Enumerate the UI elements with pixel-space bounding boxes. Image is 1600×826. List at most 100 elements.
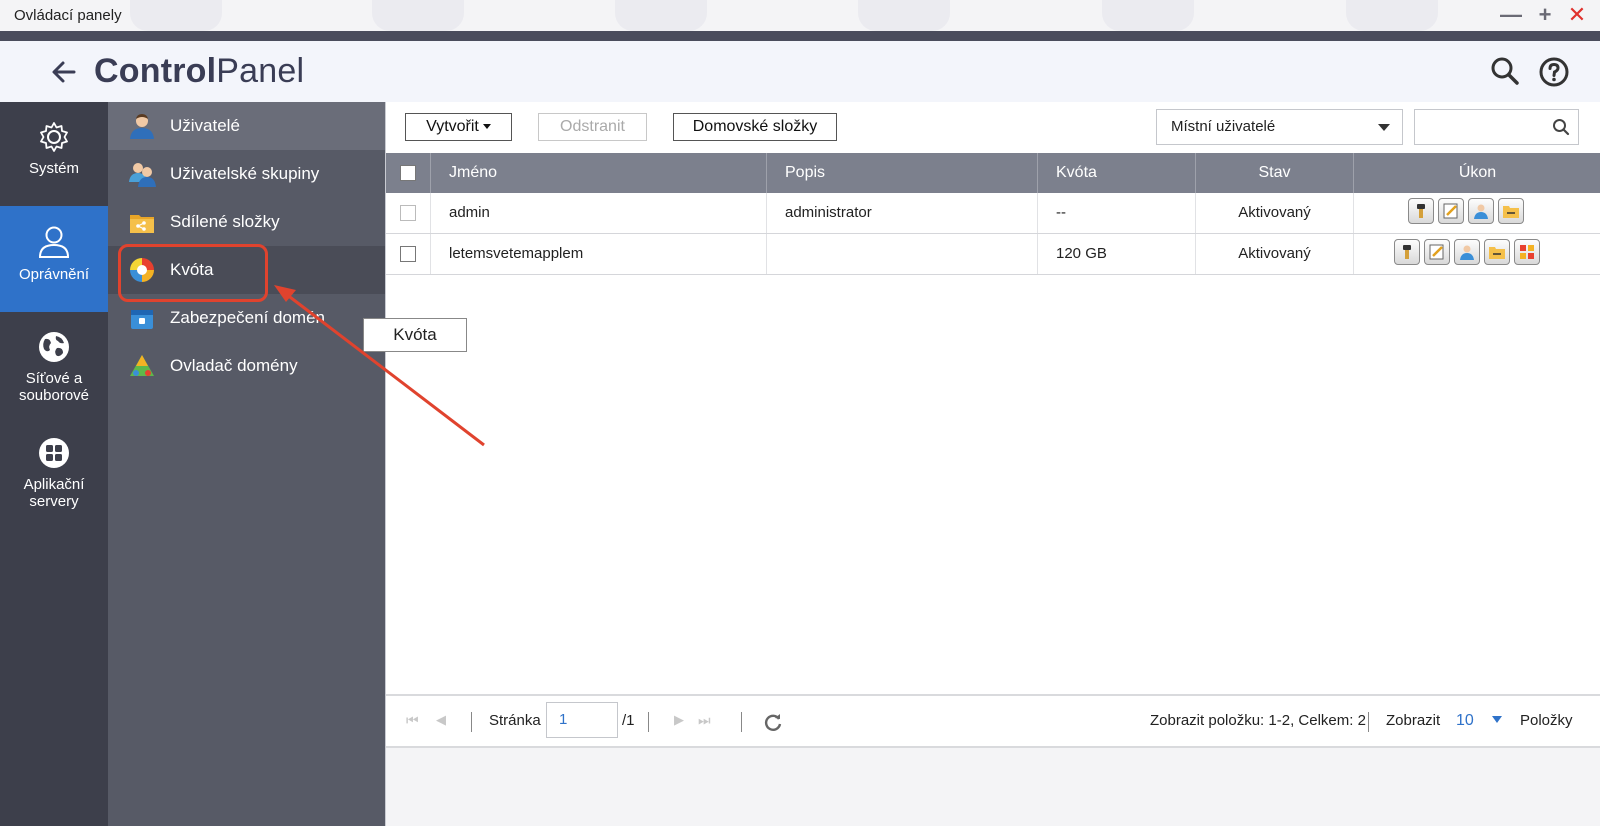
- column-header-quota[interactable]: Kvóta: [1038, 153, 1196, 193]
- cell-description: [767, 234, 1038, 274]
- submenu-item-user-groups[interactable]: Uživatelské skupiny: [108, 150, 385, 198]
- title-bold: Control: [94, 52, 217, 90]
- background-app-icon: [130, 0, 222, 31]
- edit-user-group-icon[interactable]: [1454, 239, 1480, 265]
- rail-label: souborové: [18, 387, 90, 404]
- edit-folder-permission-icon[interactable]: [1498, 198, 1524, 224]
- user-icon: [38, 226, 70, 258]
- gear-icon: [40, 122, 68, 152]
- create-button[interactable]: Vytvořit: [405, 113, 512, 141]
- change-password-icon[interactable]: [1394, 239, 1420, 265]
- row-checkbox[interactable]: [400, 205, 416, 221]
- search-icon[interactable]: [1552, 118, 1570, 136]
- pager-divider: [1368, 712, 1369, 732]
- select-all-checkbox[interactable]: [400, 165, 416, 181]
- rail-item-permissions[interactable]: Oprávnění: [0, 206, 108, 312]
- items-summary: Zobrazit položku: 1-2, Celkem: 2: [1150, 712, 1366, 729]
- per-page-dropdown-icon[interactable]: [1492, 716, 1502, 723]
- delete-button[interactable]: Odstranit: [538, 113, 647, 141]
- back-arrow-icon[interactable]: [48, 56, 80, 88]
- minimize-icon[interactable]: —: [1500, 4, 1522, 26]
- cell-quota: --: [1038, 193, 1196, 233]
- title-light: Panel: [216, 52, 305, 90]
- select-all-cell: [386, 153, 431, 193]
- page-title: ControlPanel: [94, 52, 304, 91]
- maximize-icon[interactable]: +: [1534, 4, 1556, 26]
- search-input[interactable]: [1421, 116, 1545, 138]
- refresh-icon[interactable]: [762, 711, 784, 733]
- rail-label: Oprávnění: [18, 266, 90, 283]
- submenu-item-shared-folders[interactable]: Sdílené složky: [108, 198, 385, 246]
- category-rail: Systém Oprávnění Síťové a souborové Apli…: [0, 102, 108, 826]
- apps-grid-icon: [39, 438, 69, 468]
- background-app-icon: [372, 0, 464, 31]
- search-field[interactable]: [1414, 109, 1579, 145]
- column-header-status[interactable]: Stav: [1196, 153, 1354, 193]
- window-titlebar: Ovládací panely — + ✕: [0, 0, 1600, 31]
- items-label: Položky: [1520, 712, 1573, 729]
- row-select-cell: [386, 193, 431, 233]
- pagination-bar: ⏮ ◀ Stránka 1 /1 ▶ ⏭ Zobrazit položku: 1…: [386, 694, 1600, 748]
- edit-profile-icon[interactable]: [1438, 198, 1464, 224]
- column-header-name[interactable]: Jméno: [431, 153, 767, 193]
- home-folders-button[interactable]: Domovské složky: [673, 113, 837, 141]
- user-group-icon: [129, 163, 156, 187]
- row-actions: [1408, 198, 1528, 226]
- background-app-icon: [858, 0, 950, 31]
- edit-profile-icon[interactable]: [1424, 239, 1450, 265]
- dropdown-caret-icon: [482, 124, 491, 130]
- table-row[interactable]: admin administrator -- Aktivovaný: [386, 193, 1600, 234]
- cell-status: Aktivovaný: [1196, 234, 1354, 274]
- column-header-action: Úkon: [1458, 164, 1497, 181]
- first-page-icon[interactable]: ⏮: [406, 712, 419, 729]
- close-icon[interactable]: ✕: [1566, 4, 1588, 26]
- edit-folder-permission-icon[interactable]: [1484, 239, 1510, 265]
- rail-item-app-servers[interactable]: Aplikační servery: [0, 436, 108, 520]
- submenu-label: Uživatelské skupiny: [170, 164, 320, 183]
- table-row[interactable]: letemsvetemapplem 120 GB Aktivovaný: [386, 234, 1600, 275]
- cell-description: administrator: [767, 193, 1038, 233]
- submenu-item-domain-controller[interactable]: Ovladač domény: [108, 342, 385, 390]
- row-checkbox[interactable]: [400, 246, 416, 262]
- change-password-icon[interactable]: [1408, 198, 1434, 224]
- title-divider: [0, 31, 1600, 41]
- row-actions: [1394, 239, 1544, 267]
- edit-user-group-icon[interactable]: [1468, 198, 1494, 224]
- domain-controller-icon: [130, 355, 154, 376]
- column-header-description[interactable]: Popis: [767, 153, 1038, 193]
- user-type-value: Místní uživatelé: [1171, 118, 1276, 135]
- cell-name: admin: [431, 193, 767, 233]
- background-app-icon: [1346, 0, 1438, 31]
- rail-label: Síťové a: [25, 370, 83, 387]
- shared-folder-icon: [130, 215, 154, 233]
- rail-item-network[interactable]: Síťové a souborové: [0, 330, 108, 414]
- submenu-label: Sdílené složky: [170, 212, 280, 231]
- pager-divider: [471, 712, 472, 732]
- window-title: Ovládací panely: [14, 7, 122, 24]
- chevron-down-icon: [1378, 124, 1390, 131]
- pager-divider: [741, 712, 742, 732]
- page-label: Stránka: [489, 712, 541, 729]
- per-page-value[interactable]: 10: [1456, 712, 1474, 730]
- table-header: Jméno Popis Kvóta Stav Úkon: [386, 153, 1600, 193]
- last-page-icon[interactable]: ⏭: [698, 712, 711, 729]
- background-app-icon: [615, 0, 707, 31]
- edit-app-privilege-icon[interactable]: [1514, 239, 1540, 265]
- background-app-icon: [1102, 0, 1194, 31]
- submenu-item-users[interactable]: Uživatelé: [108, 102, 385, 150]
- rail-item-system[interactable]: Systém: [0, 120, 108, 200]
- help-icon[interactable]: [1538, 56, 1570, 88]
- user-type-select[interactable]: Místní uživatelé: [1156, 109, 1403, 145]
- previous-page-icon[interactable]: ◀: [436, 712, 446, 728]
- create-label: Vytvořit: [426, 118, 479, 135]
- permissions-submenu: Uživatelé Uživatelské skupiny Sdílené sl…: [108, 102, 385, 826]
- search-icon[interactable]: [1490, 56, 1520, 86]
- show-label: Zobrazit: [1386, 712, 1441, 729]
- footer-area: [386, 748, 1600, 826]
- next-page-icon[interactable]: ▶: [674, 712, 684, 728]
- row-select-cell: [386, 234, 431, 274]
- submenu-label: Zabezpečení domén: [170, 308, 325, 327]
- rail-label: Systém: [28, 160, 79, 177]
- domain-security-icon: [131, 310, 153, 329]
- page-number-input[interactable]: 1: [546, 702, 618, 738]
